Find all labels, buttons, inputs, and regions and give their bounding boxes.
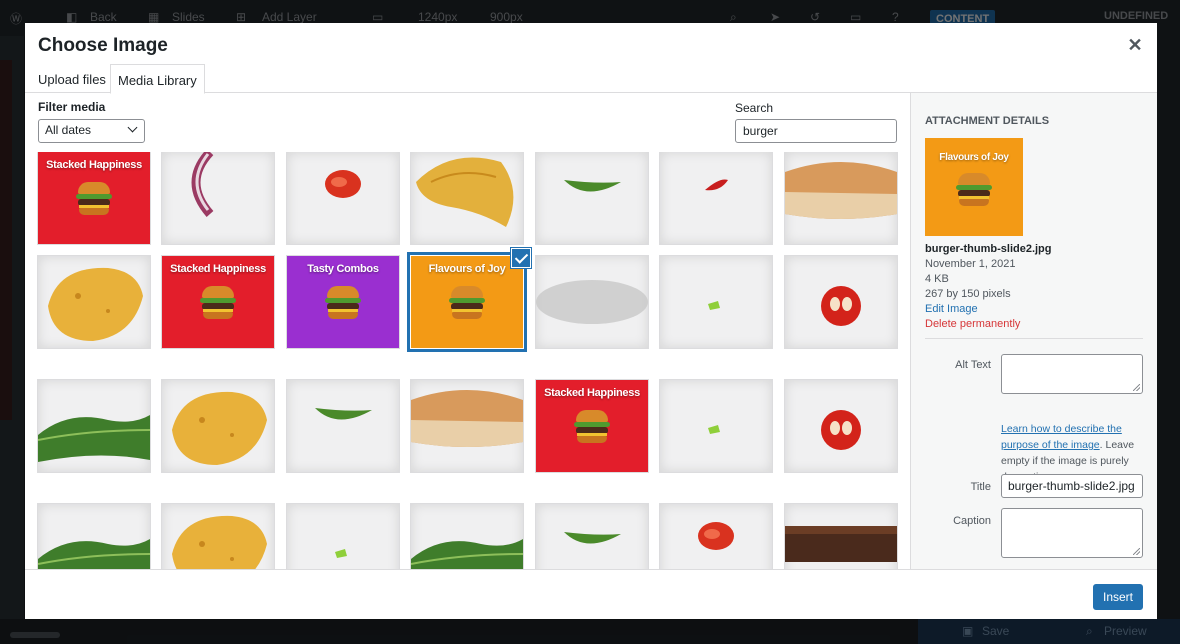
- attachment-dimensions: 267 by 150 pixels: [925, 288, 1011, 300]
- alt-text-field[interactable]: [1001, 354, 1143, 394]
- media-thumbnail[interactable]: [38, 504, 150, 569]
- tomato-slice-image: [325, 170, 361, 198]
- onion-image: [191, 152, 214, 217]
- media-thumbnail[interactable]: Stacked Happiness: [162, 256, 274, 348]
- poster-title: Flavours of Joy: [428, 263, 506, 275]
- media-thumbnail[interactable]: [536, 256, 648, 348]
- media-thumbnail[interactable]: [38, 256, 150, 348]
- media-thumbnail[interactable]: [411, 380, 523, 472]
- burger-icon: [76, 182, 112, 216]
- media-thumbnail[interactable]: [660, 256, 772, 348]
- tab-media-library[interactable]: Media Library: [110, 64, 205, 94]
- blur-image: [536, 280, 648, 324]
- resize-handle-icon[interactable]: [1133, 384, 1140, 391]
- insert-button[interactable]: Insert: [1093, 584, 1143, 610]
- burger-icon: [325, 286, 361, 320]
- title-label: Title: [970, 481, 991, 493]
- resize-handle-icon[interactable]: [1133, 548, 1140, 555]
- chip-image: [48, 267, 143, 341]
- tomato-red-image: [821, 410, 861, 450]
- media-grid: Stacked Happiness Stacked Happiness Tasty …: [25, 152, 910, 569]
- media-thumbnail[interactable]: Flavours of Joy: [411, 256, 523, 348]
- poster-title: Stacked Happiness: [170, 263, 266, 275]
- patty-side-image: [785, 526, 897, 562]
- media-thumbnail[interactable]: [660, 380, 772, 472]
- modal-tabs: Upload files Media Library: [25, 62, 1157, 94]
- filter-media-label: Filter media: [38, 100, 106, 114]
- chip-large-image: [416, 157, 514, 227]
- poster-title: Stacked Happiness: [544, 387, 640, 399]
- media-thumbnail[interactable]: Tasty Combos: [287, 256, 399, 348]
- media-thumbnail[interactable]: [411, 504, 523, 569]
- media-thumbnail[interactable]: [287, 152, 399, 244]
- chip-image: [172, 391, 267, 465]
- media-thumbnail[interactable]: [785, 504, 897, 569]
- title-field[interactable]: [1001, 474, 1143, 498]
- modal-footer: Insert: [25, 569, 1157, 619]
- media-thumbnail[interactable]: [38, 380, 150, 472]
- media-thumbnail[interactable]: [411, 152, 523, 244]
- green-bit-image: [335, 549, 347, 558]
- media-thumbnail[interactable]: [287, 380, 399, 472]
- green-bit-image: [708, 301, 720, 310]
- lettuce-image: [38, 415, 150, 462]
- close-icon[interactable]: ✕: [1125, 35, 1145, 55]
- media-thumbnail[interactable]: [785, 152, 897, 244]
- tomato-red-image: [821, 286, 861, 326]
- divider: [925, 338, 1143, 339]
- media-thumbnail[interactable]: [287, 504, 399, 569]
- leaf-image: [564, 180, 621, 192]
- chip-image: [172, 515, 267, 569]
- bun-side-image: [411, 390, 523, 447]
- caption-field[interactable]: [1001, 508, 1143, 558]
- selected-check-icon[interactable]: [511, 248, 531, 268]
- delete-permanently-link[interactable]: Delete permanently: [925, 318, 1020, 330]
- date-filter-select[interactable]: All dates: [38, 119, 145, 143]
- preview-poster-title: Flavours of Joy: [939, 152, 1009, 163]
- chevron-down-icon: [127, 122, 138, 133]
- media-thumbnail[interactable]: Stacked Happiness: [536, 380, 648, 472]
- lettuce-image: [38, 539, 150, 569]
- burger-icon: [956, 173, 992, 207]
- attachment-details-heading: Attachment Details: [925, 115, 1050, 127]
- burger-icon: [574, 410, 610, 444]
- media-thumbnail[interactable]: [785, 256, 897, 348]
- media-thumbnail[interactable]: [162, 504, 274, 569]
- tomato-slice-image: [698, 522, 734, 550]
- poster-title: Tasty Combos: [307, 263, 379, 275]
- leaf-image: [315, 408, 372, 420]
- media-thumbnail[interactable]: [660, 504, 772, 569]
- burger-icon: [200, 286, 236, 320]
- search-label: Search: [735, 101, 774, 115]
- modal-title: Choose Image: [38, 35, 168, 56]
- media-thumbnail[interactable]: [162, 380, 274, 472]
- attachment-date: November 1, 2021: [925, 258, 1016, 270]
- leaf-image: [564, 532, 621, 544]
- chili-image: [705, 179, 728, 191]
- bun-side-image: [785, 162, 897, 219]
- poster-title: Stacked Happiness: [46, 159, 142, 171]
- lettuce-image: [411, 539, 523, 569]
- date-filter-value: All dates: [45, 123, 92, 137]
- attachment-preview: Flavours of Joy: [925, 138, 1023, 236]
- search-input[interactable]: [735, 119, 897, 143]
- alt-text-label: Alt Text: [955, 359, 991, 371]
- caption-label: Caption: [953, 515, 991, 527]
- green-bit-image: [708, 425, 720, 434]
- media-thumbnail[interactable]: [162, 152, 274, 244]
- attachment-size: 4 KB: [925, 273, 949, 285]
- media-thumbnail[interactable]: [536, 504, 648, 569]
- media-thumbnail[interactable]: [785, 380, 897, 472]
- media-thumbnail[interactable]: [660, 152, 772, 244]
- media-thumbnail[interactable]: Stacked Happiness: [38, 152, 150, 244]
- choose-image-modal: Choose Image ✕ Upload files Media Librar…: [25, 23, 1157, 619]
- attachment-filename: burger-thumb-slide2.jpg: [925, 243, 1052, 255]
- attachment-details: Attachment Details Flavours of Joy burge…: [910, 93, 1157, 569]
- edit-image-link[interactable]: Edit Image: [925, 303, 978, 315]
- media-thumbnail[interactable]: [536, 152, 648, 244]
- burger-icon: [449, 286, 485, 320]
- tab-upload-files[interactable]: Upload files: [31, 64, 113, 94]
